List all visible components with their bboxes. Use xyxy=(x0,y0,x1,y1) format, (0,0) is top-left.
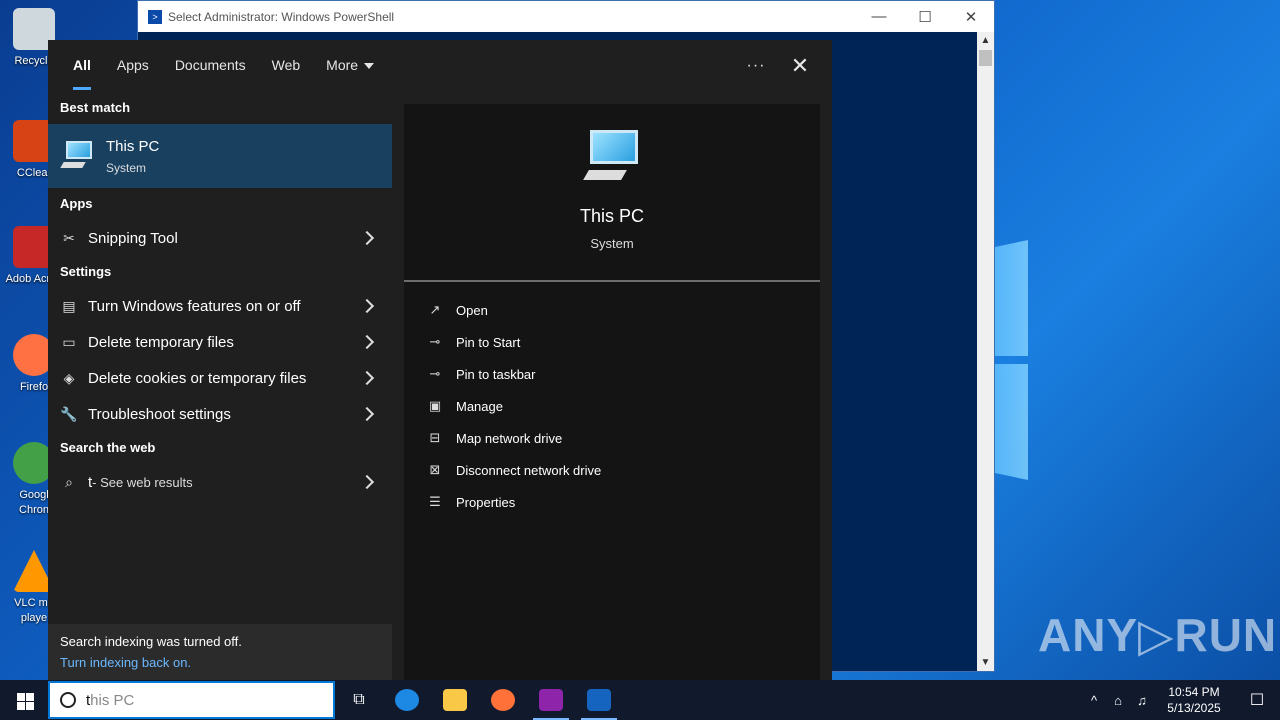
search-web-heading: Search the web xyxy=(60,440,156,455)
action-map-network-drive[interactable]: ⊟ Map network drive xyxy=(426,424,563,452)
winrar-icon xyxy=(539,689,563,711)
close-search-button[interactable]: ✕ xyxy=(778,53,822,79)
powershell-icon: > xyxy=(148,9,162,24)
preview-pane: This PC System ↗ Open ⊸ Pin to Start ⊸ P… xyxy=(404,104,820,680)
network-drive-icon: ⊟ xyxy=(429,430,441,445)
network-drive-icon: ⊠ xyxy=(429,462,441,477)
pin-icon: ⊸ xyxy=(429,334,441,349)
scroll-thumb[interactable] xyxy=(979,50,992,66)
scroll-up-icon[interactable]: ▲ xyxy=(977,32,994,49)
manage-icon: ▣ xyxy=(428,398,442,413)
powershell-titlebar[interactable]: > Select Administrator: Windows PowerShe… xyxy=(138,1,994,32)
search-tabs: All Apps Documents Web More ··· ✕ xyxy=(48,40,832,92)
action-pin-to-taskbar[interactable]: ⊸ Pin to taskbar xyxy=(426,360,536,388)
best-match-heading: Best match xyxy=(60,100,131,115)
chevron-right-icon[interactable] xyxy=(359,298,375,314)
chevron-right-icon[interactable] xyxy=(359,474,375,490)
scissors-icon: ✂ xyxy=(63,230,75,246)
best-match-title: This PC xyxy=(106,137,160,155)
tray-chevron-icon[interactable]: ^ xyxy=(1082,693,1106,708)
taskbar-powershell[interactable] xyxy=(575,680,623,720)
windows-features-icon: ▤ xyxy=(62,298,76,314)
best-match-subtitle: System xyxy=(106,160,147,175)
search-icon: ⌕ xyxy=(65,474,73,490)
caret-down-icon xyxy=(364,63,375,70)
indexing-notice-text: Search indexing was turned off. xyxy=(60,634,242,649)
volume-icon[interactable]: ♫ xyxy=(1130,693,1154,708)
result-delete-cookies[interactable]: ◈ Delete cookies or temporary files xyxy=(48,360,392,396)
vertical-scrollbar[interactable]: ▲ ▼ xyxy=(977,32,994,671)
action-open[interactable]: ↗ Open xyxy=(426,296,488,324)
turn-indexing-on-link[interactable]: Turn indexing back on. xyxy=(60,655,380,670)
taskbar-file-explorer[interactable] xyxy=(431,680,479,720)
tab-apps[interactable]: Apps xyxy=(104,40,162,92)
result-troubleshoot[interactable]: 🔧 Troubleshoot settings xyxy=(48,396,392,432)
action-manage[interactable]: ▣ Manage xyxy=(426,392,503,420)
firefox-icon xyxy=(491,689,515,711)
maximize-button[interactable]: ☐ xyxy=(902,8,948,26)
open-icon: ↗ xyxy=(429,302,441,317)
powershell-icon xyxy=(587,689,611,711)
taskbar: this PC ⧉ ^ ⌂ ♫ 10:54 PM 5/13/2025 ☐ xyxy=(0,680,1280,720)
chevron-right-icon[interactable] xyxy=(359,334,375,350)
tab-more[interactable]: More xyxy=(313,40,387,92)
more-options-button[interactable]: ··· xyxy=(734,57,778,75)
chevron-right-icon[interactable] xyxy=(359,406,375,422)
search-panel: All Apps Documents Web More ··· ✕ Best m… xyxy=(48,40,832,680)
best-match-item[interactable]: This PC System xyxy=(48,124,392,188)
wrench-icon: 🔧 xyxy=(60,406,78,422)
result-snipping-tool[interactable]: ✂ Snipping Tool xyxy=(48,220,392,256)
action-pin-to-start[interactable]: ⊸ Pin to Start xyxy=(426,328,521,356)
pin-icon: ⊸ xyxy=(429,366,441,381)
settings-heading: Settings xyxy=(60,264,112,279)
start-button[interactable] xyxy=(0,680,48,720)
tab-documents[interactable]: Documents xyxy=(162,40,259,92)
clock[interactable]: 10:54 PM 5/13/2025 xyxy=(1154,684,1234,716)
taskbar-edge[interactable] xyxy=(383,680,431,720)
result-web-search[interactable]: ⌕ t - See web results xyxy=(48,464,392,500)
system-tray: ^ ⌂ ♫ 10:54 PM 5/13/2025 ☐ xyxy=(1082,684,1280,716)
preview-subtitle: System xyxy=(590,236,634,251)
folder-icon xyxy=(443,689,467,711)
drive-icon: ▭ xyxy=(62,334,76,350)
preview-title: This PC xyxy=(579,206,644,226)
preview-divider xyxy=(404,280,820,282)
taskbar-search-input[interactable]: this PC xyxy=(48,681,335,719)
window-title: Select Administrator: Windows PowerShell xyxy=(168,9,395,24)
internet-options-icon: ◈ xyxy=(63,370,75,386)
computer-icon xyxy=(60,141,94,171)
result-delete-temp-files[interactable]: ▭ Delete temporary files xyxy=(48,324,392,360)
minimize-button[interactable]: — xyxy=(856,8,902,26)
properties-icon: ☰ xyxy=(429,494,441,509)
result-windows-features[interactable]: ▤ Turn Windows features on or off xyxy=(48,288,392,324)
search-suggestion-text: his PC xyxy=(90,691,135,709)
search-icon xyxy=(60,692,76,708)
edge-icon xyxy=(395,689,419,711)
action-disconnect-network-drive[interactable]: ⊠ Disconnect network drive xyxy=(426,456,602,484)
action-properties[interactable]: ☰ Properties xyxy=(426,488,515,516)
task-view-icon: ⧉ xyxy=(353,691,365,708)
network-icon[interactable]: ⌂ xyxy=(1106,693,1130,708)
scroll-down-icon[interactable]: ▼ xyxy=(977,654,994,671)
notifications-icon[interactable]: ☐ xyxy=(1234,690,1280,710)
indexing-notice: Search indexing was turned off. Turn ind… xyxy=(48,624,392,680)
clock-date: 5/13/2025 xyxy=(1167,701,1221,715)
results-list: Best match This PC System Apps ✂ Snippin… xyxy=(48,92,392,680)
chevron-right-icon[interactable] xyxy=(359,230,375,246)
apps-heading: Apps xyxy=(60,196,93,211)
chevron-right-icon[interactable] xyxy=(359,370,375,386)
taskbar-winrar[interactable] xyxy=(527,680,575,720)
clock-time: 10:54 PM xyxy=(1168,685,1220,699)
anyrun-watermark: ANY▷RUN xyxy=(1038,609,1278,661)
computer-icon xyxy=(583,130,640,184)
taskbar-firefox[interactable] xyxy=(479,680,527,720)
tab-web[interactable]: Web xyxy=(259,40,314,92)
task-view-button[interactable]: ⧉ xyxy=(335,680,383,720)
window-close-button[interactable]: ✕ xyxy=(948,8,994,26)
tab-all[interactable]: All xyxy=(60,40,104,92)
